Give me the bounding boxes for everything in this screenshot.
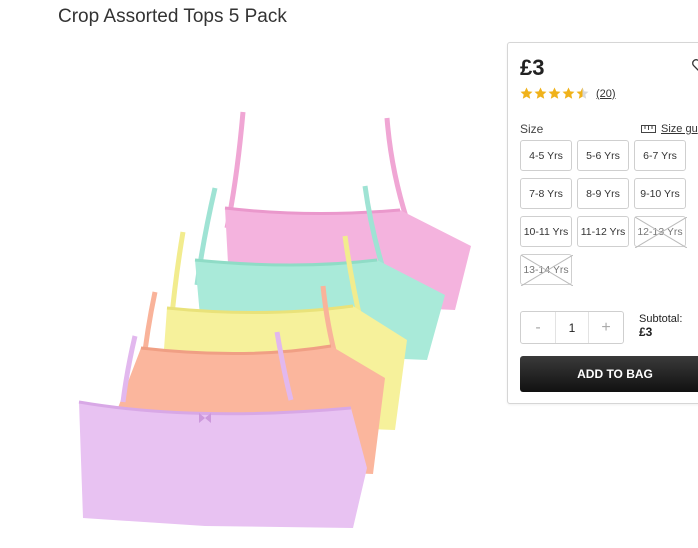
size-option[interactable]: 13-14 Yrs [520, 254, 573, 286]
add-to-bag-button[interactable]: ADD TO BAG [520, 356, 698, 392]
quantity-value[interactable]: 1 [555, 312, 589, 343]
unavailable-cross-icon [521, 255, 573, 286]
size-guide-link[interactable]: Size gu [641, 123, 698, 135]
quantity-stepper: - 1 + [520, 311, 624, 344]
price: £3 [520, 55, 545, 80]
subtotal: Subtotal: £3 [639, 313, 682, 339]
rating[interactable]: (20) [520, 87, 616, 100]
review-count-link[interactable]: (20) [596, 88, 616, 100]
decrease-quantity-button[interactable]: - [521, 312, 555, 343]
size-option[interactable]: 11-12 Yrs [577, 216, 629, 247]
size-option[interactable]: 9-10 Yrs [634, 178, 686, 209]
star-icon [534, 87, 547, 99]
size-option[interactable]: 7-8 Yrs [520, 178, 572, 209]
size-option[interactable]: 10-11 Yrs [520, 216, 572, 247]
size-option[interactable]: 12-13 Yrs [634, 216, 687, 248]
size-option[interactable]: 8-9 Yrs [577, 178, 629, 209]
size-option-label: 6-7 Yrs [643, 149, 677, 162]
star-rating [520, 87, 590, 100]
size-guide-label: Size gu [661, 123, 698, 135]
star-icon [520, 87, 533, 99]
star-icon [562, 87, 575, 99]
purchase-panel: £3 (20) Size Size gu 4-5 Yrs 5-6 Yrs 6-7 Y… [507, 42, 698, 404]
size-option-label: 9-10 Yrs [640, 187, 680, 200]
size-option[interactable]: 5-6 Yrs [577, 140, 629, 171]
unavailable-cross-icon [635, 217, 687, 248]
size-option[interactable]: 6-7 Yrs [634, 140, 686, 171]
subtotal-value: £3 [639, 325, 653, 339]
product-image [78, 111, 471, 528]
star-icon [548, 87, 561, 99]
size-option-label: 7-8 Yrs [529, 187, 563, 200]
increase-quantity-button[interactable]: + [589, 312, 623, 343]
size-option-label: 10-11 Yrs [523, 225, 569, 238]
size-option-label: 5-6 Yrs [586, 149, 620, 162]
size-option-label: 4-5 Yrs [529, 149, 563, 162]
star-icon [576, 87, 589, 99]
heart-icon[interactable] [691, 57, 698, 73]
size-option-label: 8-9 Yrs [586, 187, 620, 200]
ruler-icon [641, 125, 656, 133]
size-option[interactable]: 4-5 Yrs [520, 140, 572, 171]
size-option-label: 11-12 Yrs [580, 225, 626, 238]
size-label: Size [520, 122, 544, 136]
product-title: Crop Assorted Tops 5 Pack [58, 6, 287, 27]
